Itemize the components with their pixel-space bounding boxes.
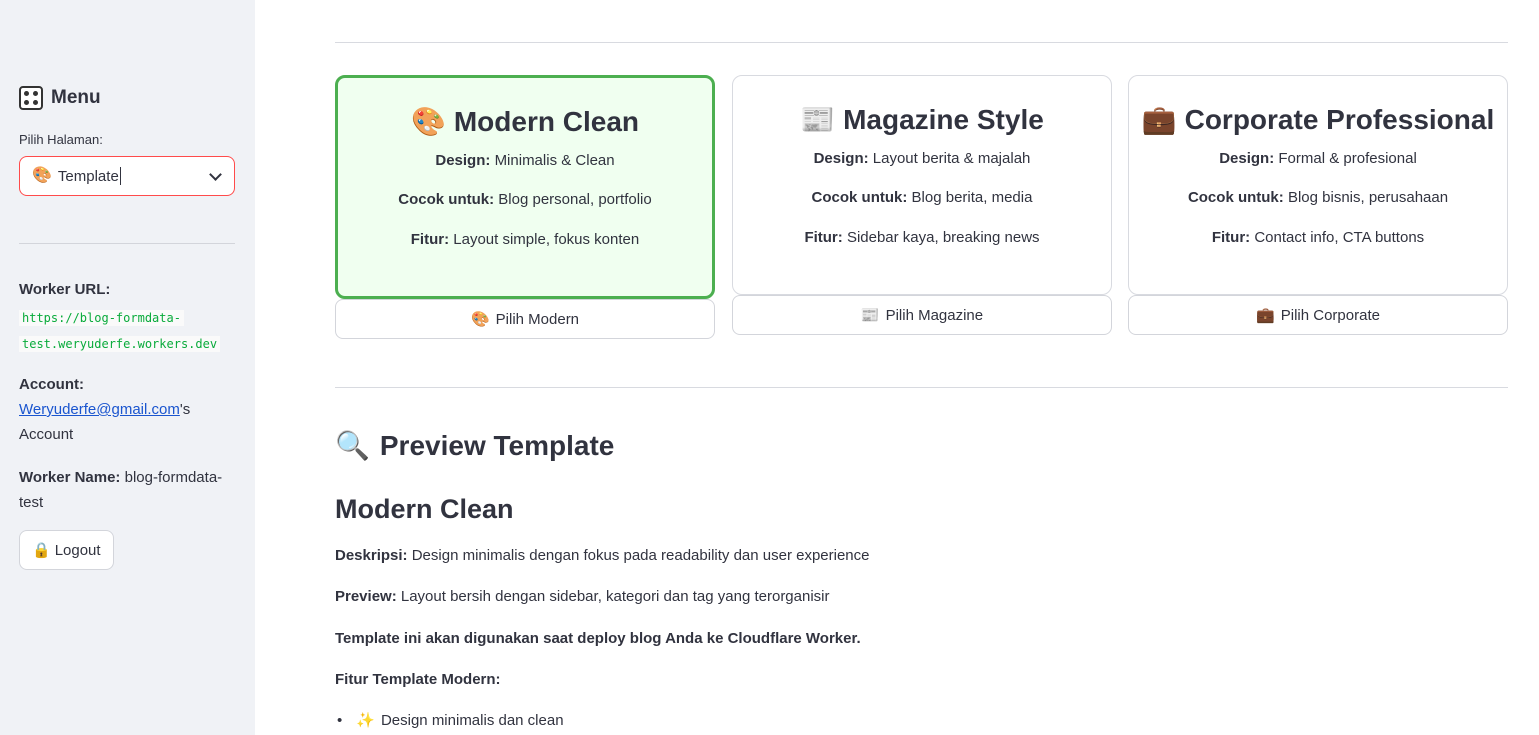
card-design-value: Layout berita & majalah [872, 150, 1031, 167]
card-design-label: Design: [435, 152, 491, 169]
template-card-modern: 🎨 Modern Clean Design: Minimalis & Clean… [335, 75, 715, 299]
card-cocok-label: Cocok untuk: [1187, 189, 1284, 206]
card-title: 📰 Magazine Style [733, 104, 1111, 136]
account-email-link[interactable]: Weryuderfe@gmail.com [19, 401, 180, 418]
worker-url-value: https://blog-formdata- test.weryuderfe.w… [19, 305, 224, 357]
template-card-magazine: 📰 Magazine Style Design: Layout berita &… [732, 75, 1112, 295]
deskripsi-label: Deskripsi: [335, 547, 408, 564]
palette-icon: 🎨 [410, 106, 446, 137]
card-fitur: Fitur: Sidebar kaya, breaking news [733, 229, 1111, 246]
card-cocok: Cocok untuk: Blog berita, media [733, 189, 1111, 206]
card-cocok-value: Blog berita, media [911, 189, 1033, 206]
newspaper-icon: 📰 [800, 104, 836, 135]
card-cocok-value: Blog personal, portfolio [498, 191, 652, 208]
card-design-value: Minimalis & Clean [494, 152, 615, 169]
card-title-text: Magazine Style [843, 104, 1044, 135]
card-design-label: Design: [813, 150, 869, 167]
bullet-text: Design minimalis dan clean [380, 712, 564, 729]
account-word: Account [19, 426, 74, 443]
worker-url-label: Worker URL: [19, 281, 111, 298]
pilih-corporate-button[interactable]: 💼 Pilih Corporate [1128, 295, 1508, 335]
deskripsi-value: Design minimalis dengan fokus pada reada… [411, 547, 870, 564]
newspaper-icon: 📰 [860, 306, 880, 324]
card-fitur-value: Contact info, CTA buttons [1254, 229, 1425, 246]
pilih-magazine-button[interactable]: 📰 Pilih Magazine [732, 295, 1112, 335]
card-cocok: Cocok untuk: Blog personal, portfolio [338, 191, 712, 208]
list-item: • ✨ Design minimalis dan clean [335, 712, 564, 729]
pilih-corporate-label: Pilih Corporate [1280, 306, 1380, 324]
card-fitur: Fitur: Contact info, CTA buttons [1129, 229, 1507, 246]
preview-title: 🔍 Preview Template [335, 430, 614, 462]
preview-title-text: Preview Template [379, 430, 615, 461]
page-select-value: Template [57, 167, 119, 185]
preview-value: Layout bersih dengan sidebar, kategori d… [400, 588, 830, 605]
briefcase-icon: 💼 [1141, 104, 1177, 135]
card-design: Design: Layout berita & majalah [733, 150, 1111, 167]
preview-subtitle: Modern Clean [335, 494, 514, 524]
account-suffix: 's [179, 401, 191, 418]
logout-label: Logout [54, 541, 101, 559]
preview-deskripsi: Deskripsi: Design minimalis dengan fokus… [335, 547, 870, 564]
palette-icon: 🎨 [470, 310, 490, 328]
preview-preview: Preview: Layout bersih dengan sidebar, k… [335, 588, 830, 605]
bullet-dot: • [337, 712, 343, 729]
account-info: Account: Weryuderfe@gmail.com's Account [19, 372, 229, 447]
card-design: Design: Formal & profesional [1129, 150, 1507, 167]
briefcase-icon: 💼 [1256, 306, 1275, 324]
worker-name-label: Worker Name: [19, 469, 121, 486]
card-cocok: Cocok untuk: Blog bisnis, perusahaan [1129, 189, 1507, 206]
account-label: Account: [19, 376, 84, 393]
card-fitur-label: Fitur: [410, 231, 450, 248]
page-select-label: Pilih Halaman: [19, 132, 103, 147]
pilih-modern-label: Pilih Modern [495, 310, 580, 328]
sidebar-divider [19, 243, 235, 244]
sparkles-icon: ✨ [356, 712, 375, 729]
card-fitur-label: Fitur: [804, 229, 843, 246]
card-title: 💼 Corporate Professional [1129, 104, 1507, 136]
card-design: Design: Minimalis & Clean [338, 152, 712, 169]
top-divider [335, 42, 1508, 43]
pilih-modern-button[interactable]: 🎨 Pilih Modern [335, 299, 715, 339]
palette-icon: 🎨 [32, 167, 52, 184]
card-design-value: Formal & profesional [1278, 150, 1417, 167]
fitur-heading: Fitur Template Modern: [335, 671, 501, 688]
card-title-text: Modern Clean [453, 106, 639, 137]
card-cocok-value: Blog bisnis, perusahaan [1287, 189, 1449, 206]
dice-icon [19, 86, 43, 110]
menu-title-text: Menu [51, 87, 101, 108]
sidebar: Menu Pilih Halaman: 🎨 Template Worker UR… [0, 0, 255, 735]
chevron-down-icon[interactable] [209, 168, 222, 181]
card-title: 🎨 Modern Clean [338, 106, 712, 138]
logout-button[interactable]: 🔒 Logout [19, 530, 114, 570]
worker-url-line-1: https://blog-formdata- [19, 310, 184, 326]
lock-icon: 🔒 [32, 541, 51, 559]
worker-url-line-2: test.weryuderfe.workers.dev [19, 336, 221, 352]
card-design-label: Design: [1219, 150, 1275, 167]
worker-name-info: Worker Name: blog-formdata-test [19, 465, 239, 515]
page-select[interactable]: 🎨 Template [19, 156, 235, 196]
deploy-note: Template ini akan digunakan saat deploy … [335, 630, 861, 647]
text-cursor [119, 167, 121, 185]
pilih-magazine-label: Pilih Magazine [885, 306, 984, 324]
template-card-corporate: 💼 Corporate Professional Design: Formal … [1128, 75, 1508, 295]
card-fitur-value: Layout simple, fokus konten [453, 231, 640, 248]
card-cocok-label: Cocok untuk: [811, 189, 908, 206]
card-fitur: Fitur: Layout simple, fokus konten [338, 231, 712, 248]
card-title-text: Corporate Professional [1184, 104, 1495, 135]
section-divider [335, 387, 1508, 388]
magnifier-icon: 🔍 [335, 430, 370, 461]
card-fitur-value: Sidebar kaya, breaking news [846, 229, 1040, 246]
menu-title: Menu [19, 86, 101, 110]
card-fitur-label: Fitur: [1211, 229, 1251, 246]
preview-label: Preview: [335, 588, 397, 605]
card-cocok-label: Cocok untuk: [398, 191, 495, 208]
